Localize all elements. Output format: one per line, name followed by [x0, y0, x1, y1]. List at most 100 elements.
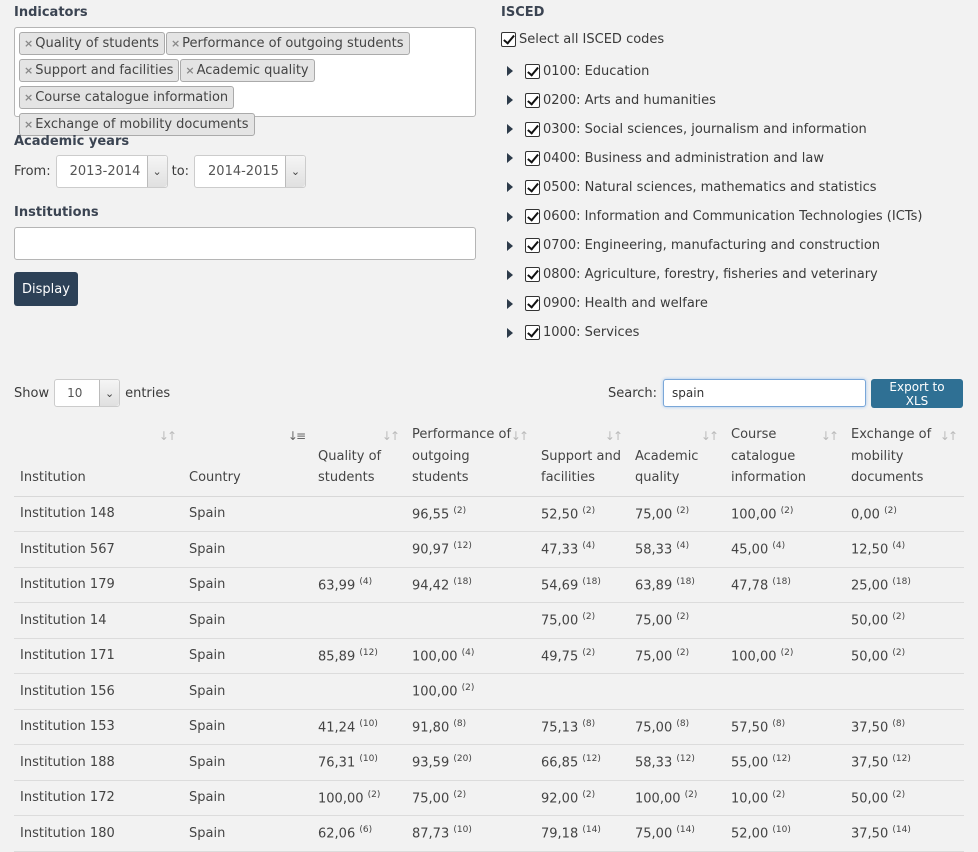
sample-count: (2)	[676, 505, 690, 516]
score-cell: 63,99 (4)	[312, 567, 406, 603]
column-header[interactable]: Country ↓≡	[183, 420, 312, 497]
sample-count: (8)	[892, 718, 906, 729]
table-row: Institution 188 Spain 76,31 (10) 93,59 (20)…	[14, 744, 964, 781]
score-cell: 75,13 (8)	[535, 709, 629, 745]
table-search: Search:	[608, 379, 867, 407]
export-xls-button[interactable]: Export to XLS	[871, 379, 963, 408]
institution-cell: Institution 567	[14, 531, 183, 568]
from-year-select[interactable]: 2013-2014 ⌄	[55, 155, 168, 188]
column-header[interactable]: Quality of students ↓↑	[312, 420, 406, 497]
sample-count: (4)	[892, 541, 906, 552]
column-header[interactable]: Academic quality ↓↑	[629, 420, 725, 497]
isced-checkbox[interactable]	[525, 325, 540, 341]
score-cell: 57,50 (8)	[725, 709, 845, 745]
indicator-tag-label: Support and facilities	[35, 63, 174, 78]
isced-checkbox[interactable]	[525, 267, 540, 283]
score-value: 93,59	[412, 755, 450, 771]
sort-icon[interactable]: ↓↑	[382, 426, 400, 448]
score-value: 37,50	[851, 755, 889, 771]
isced-checkbox[interactable]	[525, 209, 540, 224]
score-value: 0,00	[851, 506, 880, 522]
display-button[interactable]: Display	[14, 272, 78, 306]
sort-icon[interactable]: ↓↑	[701, 426, 719, 448]
remove-icon[interactable]: ×	[24, 64, 33, 77]
sample-count: (14)	[582, 825, 601, 836]
score-value: 52,50	[541, 506, 579, 522]
select-all-checkbox[interactable]	[501, 32, 516, 47]
isced-checkbox[interactable]	[525, 92, 540, 108]
column-header[interactable]: Support and facilities ↓↑	[535, 420, 629, 497]
score-value: 100,00	[635, 790, 681, 806]
score-value: 75,00	[635, 613, 673, 629]
isced-checkbox[interactable]	[525, 63, 540, 79]
score-value: 58,33	[635, 755, 673, 771]
score-cell: 75,00 (2)	[406, 780, 535, 816]
table-body: Institution 148 Spain 96,55 (2) 52,50 (2) 75…	[14, 496, 964, 852]
remove-icon[interactable]: ×	[24, 37, 33, 50]
expand-caret-icon[interactable]	[507, 327, 513, 338]
score-cell	[312, 531, 406, 568]
score-cell: 92,00 (2)	[535, 780, 629, 816]
remove-icon[interactable]: ×	[24, 91, 33, 104]
isced-checkbox[interactable]	[525, 150, 540, 166]
remove-icon[interactable]: ×	[24, 118, 33, 131]
remove-icon[interactable]: ×	[185, 64, 194, 77]
table-row: Institution 567 Spain 90,97 (12) 47,33 (4) 5…	[14, 531, 964, 568]
expand-caret-icon[interactable]	[507, 240, 513, 251]
isced-item: 0600: Information and Communication Tech…	[507, 207, 922, 227]
isced-item: 0300: Social sciences, journalism and in…	[507, 119, 867, 139]
sort-icon[interactable]: ↓↑	[159, 426, 177, 448]
score-cell: 100,00 (2)	[629, 780, 725, 816]
entries-select[interactable]: 10 ⌄	[54, 379, 121, 407]
chevron-down-icon: ⌄	[146, 156, 167, 187]
isced-checkbox[interactable]	[525, 238, 540, 254]
score-value: 50,00	[851, 790, 889, 806]
select-all-isced[interactable]: Select all ISCED codes	[501, 32, 664, 47]
score-value: 76,31	[318, 755, 356, 771]
expand-caret-icon[interactable]	[507, 95, 513, 106]
expand-caret-icon[interactable]	[507, 269, 513, 280]
expand-caret-icon[interactable]	[507, 298, 513, 309]
page-length-control: Show 10 ⌄ entries	[14, 379, 170, 407]
indicator-tag: × Academic quality	[180, 59, 315, 82]
expand-caret-icon[interactable]	[507, 211, 513, 222]
column-header[interactable]: Performance of outgoing students ↓↑	[406, 420, 535, 497]
sort-ascending-icon[interactable]: ↓≡	[288, 426, 306, 448]
expand-caret-icon[interactable]	[507, 182, 513, 193]
sort-icon[interactable]: ↓↑	[821, 426, 839, 448]
column-header-label: Institution	[20, 470, 86, 485]
remove-icon[interactable]: ×	[171, 37, 180, 50]
institution-cell: Institution 14	[14, 602, 183, 639]
column-header[interactable]: Institution ↓↑	[14, 420, 183, 497]
institution-cell: Institution 171	[14, 638, 183, 674]
expand-caret-icon[interactable]	[507, 124, 513, 135]
table-row: Institution 14 Spain 75,00 (2) 75,00 (2) 50,…	[14, 602, 964, 639]
expand-caret-icon[interactable]	[507, 66, 513, 76]
isced-checkbox[interactable]	[525, 296, 540, 312]
score-value: 63,89	[635, 577, 673, 593]
institution-cell: Institution 153	[14, 709, 183, 745]
score-cell: 37,50 (12)	[845, 744, 964, 781]
to-year-select[interactable]: 2014-2015 ⌄	[194, 155, 307, 188]
sort-icon[interactable]: ↓↑	[940, 426, 958, 448]
sample-count: (12)	[892, 754, 911, 765]
score-value: 25,00	[851, 577, 889, 593]
column-header[interactable]: Exchange of mobility documents ↓↑	[845, 420, 964, 497]
sample-count: (2)	[676, 647, 690, 658]
sample-count: (12)	[453, 541, 472, 552]
indicator-tag: × Quality of students	[19, 32, 165, 55]
sample-count: (2)	[780, 505, 794, 516]
score-value: 100,00	[412, 648, 458, 664]
isced-checkbox[interactable]	[525, 179, 540, 195]
sort-icon[interactable]: ↓↑	[511, 426, 529, 448]
sample-count: (4)	[676, 541, 690, 552]
column-header[interactable]: Course catalogue information ↓↑	[725, 420, 845, 497]
sort-icon[interactable]: ↓↑	[605, 426, 623, 448]
score-cell: 47,33 (4)	[535, 531, 629, 568]
indicators-multiselect[interactable]: × Quality of students × Performance of outg…	[14, 27, 476, 136]
search-input[interactable]	[663, 379, 867, 407]
institutions-input[interactable]	[14, 227, 476, 260]
isced-checkbox[interactable]	[525, 121, 540, 137]
show-label: Show	[14, 385, 50, 401]
expand-caret-icon[interactable]	[507, 153, 513, 164]
